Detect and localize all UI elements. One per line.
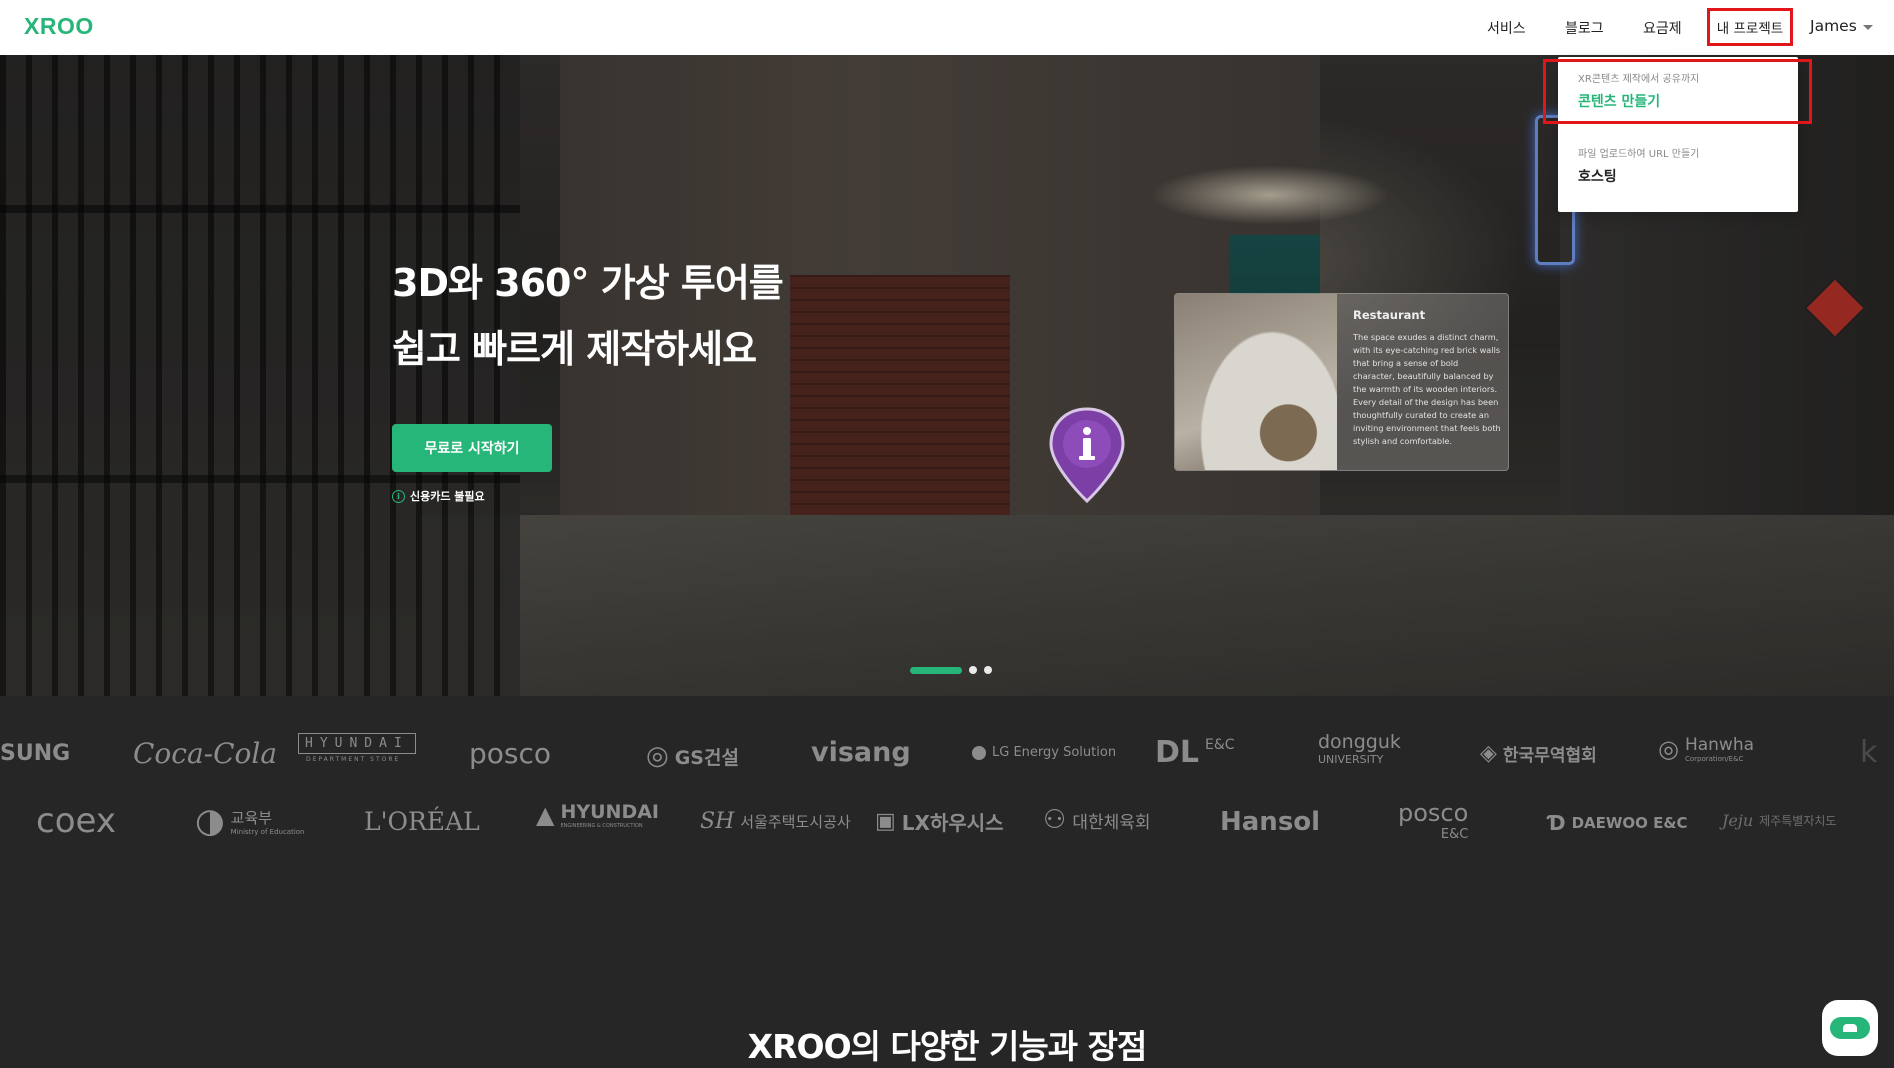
- xroo-logo[interactable]: XROO: [24, 13, 94, 40]
- client-logos-section: SUNG Coca-Cola HYUNDAI DEPARTMENT STORE …: [0, 696, 1894, 1064]
- kita-symbol-icon: ◈: [1480, 741, 1497, 766]
- restaurant-info-card: Restaurant The space exudes a distinct c…: [1174, 293, 1509, 471]
- client-logo-moe: ◑ 교육부 Ministry of Education: [195, 801, 305, 841]
- client-logo-posco-ec: posco E&C: [1398, 799, 1468, 842]
- client-logo-row: coex ◑ 교육부 Ministry of Education L'ORÉAL…: [0, 799, 1894, 849]
- slider-pagination: [910, 666, 992, 674]
- olympic-rings-icon: ⚇: [1043, 805, 1067, 835]
- menu-item-label: 호스팅: [1578, 169, 1617, 185]
- moe-text: 교육부 Ministry of Education: [231, 807, 305, 836]
- slide-dot[interactable]: [969, 666, 977, 674]
- slide-dot-active[interactable]: [910, 666, 962, 674]
- dl-wordmark: DL: [1155, 735, 1200, 770]
- client-logo-lx: ▣ LX하우시스: [875, 807, 1004, 836]
- daewoo-symbol-icon: Ɗ: [1548, 811, 1566, 835]
- daewoo-wordmark: DAEWOO E&C: [1571, 814, 1688, 832]
- client-logo-gs: ◎ GS건설: [646, 741, 739, 771]
- my-project-dropdown: XR콘텐츠 제작에서 공유까지 콘텐츠 만들기 파일 업로드하여 URL 만들기…: [1558, 57, 1798, 212]
- card-description: The space exudes a distinct charm, with …: [1353, 332, 1501, 446]
- lx-symbol-icon: ▣: [875, 809, 896, 834]
- client-logo-sports-council: ⚇ 대한체육회: [1043, 805, 1151, 835]
- menu-item-label: 콘텐츠 만들기: [1578, 94, 1661, 110]
- hero-title: 3D와 360° 가상 투어를 쉽고 빠르게 제작하세요: [392, 250, 784, 382]
- top-navigation-bar: XROO 서비스 블로그 요금제 내 프로젝트 James: [0, 0, 1894, 55]
- client-logo-lg-energy: LG Energy Solution: [972, 745, 1116, 760]
- hanwha-wordmark: Hanwha: [1684, 735, 1755, 755]
- restaurant-image: [1175, 294, 1337, 470]
- lg-symbol-icon: [972, 745, 986, 760]
- client-logo-dongguk: dongguk UNIVERSITY: [1318, 731, 1401, 766]
- slide-dot[interactable]: [984, 666, 992, 674]
- client-logo-hanwha: ◎ Hanwha Corporation/E&C: [1658, 735, 1754, 763]
- user-menu[interactable]: James: [1810, 17, 1873, 35]
- notice-text: 신용카드 불필요: [410, 490, 485, 503]
- client-logo-samsung: SUNG: [0, 741, 71, 766]
- dl-subtext: E&C: [1205, 736, 1235, 753]
- credit-card-notice: i 신용카드 불필요: [392, 488, 485, 504]
- lg-wordmark: LG Energy Solution: [992, 745, 1117, 760]
- nav-my-project[interactable]: 내 프로젝트: [1707, 8, 1793, 46]
- info-hotspot-pin-icon[interactable]: [1048, 407, 1126, 503]
- user-name: James: [1810, 17, 1857, 35]
- client-logo-kita: ◈ 한국무역협회: [1480, 741, 1597, 766]
- hero-title-line1: 3D와 360° 가상 투어를: [392, 261, 784, 305]
- sh-wordmark: 서울주택도시공사: [740, 813, 851, 831]
- client-logo-dl: DL E&C: [1155, 735, 1235, 770]
- dongguk-wordmark: dongguk: [1318, 731, 1401, 753]
- lx-wordmark: LX하우시스: [901, 811, 1004, 835]
- moe-subtext: Ministry of Education: [230, 827, 305, 836]
- jeju-wordmark: 제주특별자치도: [1759, 814, 1837, 828]
- nav-blog[interactable]: 블로그: [1565, 18, 1604, 38]
- hyundai-subtext: DEPARTMENT STORE: [306, 756, 401, 763]
- nav-services[interactable]: 서비스: [1487, 18, 1526, 38]
- client-logo-row: SUNG Coca-Cola HYUNDAI DEPARTMENT STORE …: [0, 731, 1894, 781]
- client-logo-daewoo: Ɗ DAEWOO E&C: [1548, 811, 1688, 835]
- jeju-symbol-icon: Jeju: [1722, 811, 1754, 830]
- moe-wordmark: 교육부: [230, 808, 273, 827]
- sports-council-wordmark: 대한체육회: [1072, 812, 1151, 833]
- menu-item-create-content[interactable]: XR콘텐츠 제작에서 공유까지 콘텐츠 만들기: [1578, 70, 1699, 111]
- hero-title-line2: 쉽고 빠르게 제작하세요: [392, 327, 757, 371]
- posco-ec-wordmark: posco: [1398, 799, 1469, 827]
- client-logo-hyundai-department: HYUNDAI DEPARTMENT STORE: [298, 733, 416, 763]
- kita-wordmark: 한국무역협회: [1502, 746, 1597, 766]
- moe-symbol-icon: ◑: [195, 801, 225, 841]
- gs-symbol-icon: ◎: [646, 741, 669, 771]
- chevron-down-icon: [1862, 24, 1873, 30]
- hanwha-text: Hanwha Corporation/E&C: [1685, 735, 1754, 763]
- menu-item-description: XR콘텐츠 제작에서 공유까지: [1578, 74, 1700, 85]
- client-logo-cocacola: Coca-Cola: [133, 737, 278, 770]
- client-logo-hyundai-ec: ▲ HYUNDAI ENGINEERING & CONSTRUCTION: [536, 801, 659, 829]
- chat-widget-button[interactable]: [1822, 1000, 1878, 1056]
- client-logo-sh: SH 서울주택도시공사: [700, 809, 851, 834]
- hyundai-ec-wordmark: HYUNDAI: [560, 801, 660, 823]
- client-logo-posco: posco: [469, 737, 552, 770]
- client-logo-coex: coex: [36, 801, 116, 841]
- start-free-button[interactable]: 무료로 시작하기: [392, 424, 552, 472]
- sh-symbol-icon: SH: [700, 809, 735, 834]
- hanwha-symbol-icon: ◎: [1658, 735, 1679, 763]
- menu-item-description: 파일 업로드하여 URL 만들기: [1578, 149, 1700, 160]
- info-icon: i: [392, 489, 405, 503]
- client-logo-hansol: Hansol: [1220, 807, 1321, 837]
- posco-ec-subtext: E&C: [1440, 827, 1469, 842]
- client-logo-visang: visang: [811, 737, 911, 768]
- nav-pricing[interactable]: 요금제: [1643, 18, 1682, 38]
- client-logo-jeju: Jeju 제주특별자치도: [1722, 811, 1836, 830]
- hyundai-ec-subtext: ENGINEERING & CONSTRUCTION: [560, 823, 643, 829]
- features-section-title: XROO의 다양한 기능과 장점: [747, 1027, 1148, 1066]
- client-logo-partial: k: [1860, 735, 1878, 770]
- client-logo-loreal: L'ORÉAL: [364, 807, 480, 836]
- dongguk-subtext: UNIVERSITY: [1318, 753, 1384, 766]
- hanwha-subtext: Corporation/E&C: [1684, 755, 1744, 763]
- hyundai-ec-text: HYUNDAI ENGINEERING & CONSTRUCTION: [560, 801, 659, 829]
- chat-bubble-icon: [1830, 1017, 1870, 1039]
- hyundai-ec-symbol-icon: ▲: [536, 801, 555, 829]
- menu-item-hosting[interactable]: 파일 업로드하여 URL 만들기 호스팅: [1578, 145, 1699, 186]
- hyundai-wordmark: HYUNDAI: [298, 733, 416, 754]
- card-title: Restaurant: [1353, 308, 1426, 322]
- gs-wordmark: GS건설: [674, 746, 739, 769]
